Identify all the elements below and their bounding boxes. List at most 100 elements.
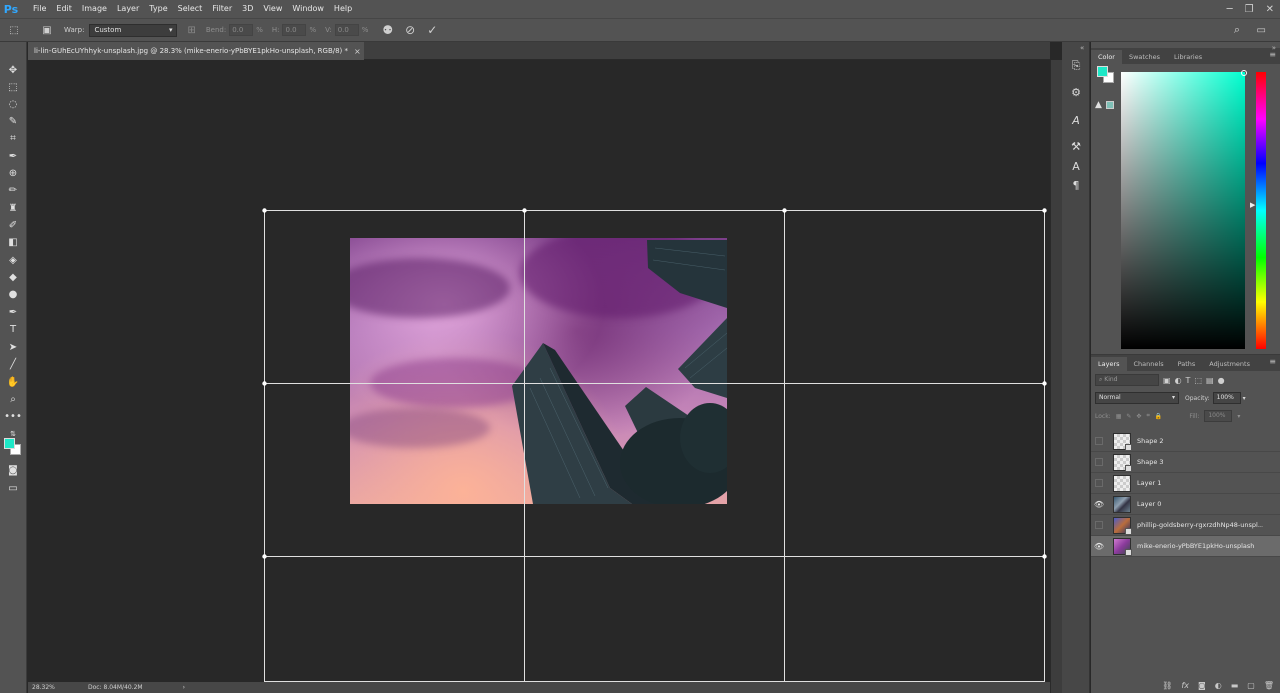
marquee-tool-icon[interactable]: ⬚ [4, 79, 22, 95]
h-field[interactable]: 0.0 [282, 24, 307, 36]
history-brush-tool-icon[interactable]: ✐ [4, 217, 22, 233]
opacity-field[interactable]: 100% [1212, 392, 1241, 404]
document-tab[interactable]: li-lin-GUhEcUYhhyk-unsplash.jpg @ 28.3% … [28, 42, 364, 60]
saturation-brightness-field[interactable] [1121, 70, 1247, 349]
tab-paths[interactable]: Paths [1171, 357, 1203, 371]
filter-shape-icon[interactable]: ⬚ [1194, 376, 1202, 385]
layer-row[interactable]: phillip-goldsberry-rgxrzdhNp48-unspl... [1091, 515, 1280, 536]
new-layer-icon[interactable]: ▢ [1247, 681, 1255, 690]
tab-libraries[interactable]: Libraries [1167, 50, 1209, 64]
path-selection-tool-icon[interactable]: ➤ [4, 339, 22, 355]
hue-slider[interactable] [1256, 72, 1266, 349]
screen-mode-icon[interactable]: ▭ [4, 480, 22, 496]
hue-pointer-icon[interactable]: ▶ [1250, 201, 1255, 209]
warp-grid-overlay[interactable] [28, 60, 1050, 682]
photoshop-logo[interactable]: Ps [2, 0, 20, 18]
puppet-warp-icon[interactable]: ⚉ [382, 23, 393, 37]
layer-row[interactable]: 👁 Layer 0 [1091, 494, 1280, 515]
canvas-vertical-scrollbar[interactable] [1050, 60, 1062, 693]
eraser-tool-icon[interactable]: ◧ [4, 234, 22, 250]
document-canvas[interactable] [28, 60, 1050, 682]
properties-panel-icon[interactable]: ⚙ [1068, 84, 1084, 100]
close-window-icon[interactable]: ✕ [1266, 4, 1274, 15]
filter-pixel-icon[interactable]: ▣ [1163, 376, 1171, 385]
add-mask-icon[interactable]: ◙ [1198, 681, 1206, 690]
collapse-strip-arrow-icon[interactable]: « [1080, 44, 1084, 52]
tab-adjustments[interactable]: Adjustments [1202, 357, 1257, 371]
hand-tool-icon[interactable]: ✋ [4, 374, 22, 390]
character-panel-icon[interactable]: A [1068, 158, 1084, 174]
cancel-transform-icon[interactable]: ⊘ [405, 23, 415, 37]
lock-pixels-icon[interactable]: ✎ [1126, 413, 1131, 420]
tab-swatches[interactable]: Swatches [1122, 50, 1167, 64]
close-tab-icon[interactable]: × [354, 47, 361, 56]
eye-icon[interactable]: 👁 [1091, 542, 1107, 551]
blur-tool-icon[interactable]: ◆ [4, 269, 22, 285]
line-tool-icon[interactable]: ╱ [4, 356, 22, 372]
type-tool-icon[interactable]: T [4, 321, 22, 337]
move-tool-icon[interactable]: ✥ [4, 62, 22, 78]
v-field[interactable]: 0.0 [334, 24, 359, 36]
history-panel-icon[interactable]: ⎘ [1068, 58, 1084, 74]
menu-select[interactable]: Select [173, 0, 208, 18]
healing-brush-tool-icon[interactable]: ⊕ [4, 165, 22, 181]
warp-select[interactable]: Custom ▾ [89, 23, 178, 37]
glyphs-panel-icon[interactable]: A [1068, 112, 1084, 128]
fill-chevron-icon[interactable]: ▾ [1237, 413, 1240, 420]
menu-type[interactable]: Type [144, 0, 172, 18]
eyedropper-tool-icon[interactable]: ✒ [4, 148, 22, 164]
brush-tool-icon[interactable]: ✏ [4, 182, 22, 198]
tool-presets-panel-icon[interactable]: ⚒ [1068, 138, 1084, 154]
tab-channels[interactable]: Channels [1127, 357, 1171, 371]
bend-field[interactable]: 0.0 [229, 24, 254, 36]
layer-row[interactable]: Shape 3 [1091, 452, 1280, 473]
fill-field[interactable]: 100% [1204, 410, 1233, 422]
tab-color[interactable]: Color [1091, 50, 1122, 64]
link-layers-icon[interactable]: ⛓ [1162, 681, 1172, 690]
warp-orientation-icon[interactable]: ⊞ [187, 25, 195, 36]
filter-type-icon[interactable]: T [1186, 376, 1191, 385]
opacity-chevron-icon[interactable]: ▾ [1243, 395, 1246, 402]
lock-all-icon[interactable]: 🔒 [1155, 413, 1162, 420]
crop-tool-icon[interactable]: ⌗ [4, 130, 22, 146]
layer-style-icon[interactable]: fx [1181, 681, 1189, 690]
visibility-toggle[interactable] [1095, 437, 1103, 445]
menu-layer[interactable]: Layer [112, 0, 144, 18]
color-picker-marker[interactable] [1241, 70, 1247, 76]
filter-toggle-icon[interactable]: ● [1218, 376, 1225, 385]
color-panel-foreground-swatch[interactable] [1097, 66, 1108, 77]
clone-stamp-tool-icon[interactable]: ♜ [4, 200, 22, 216]
foreground-color-swatch[interactable] [4, 438, 15, 449]
zoom-tool-icon[interactable]: ⌕ [4, 391, 22, 407]
adjustment-layer-icon[interactable]: ◐ [1215, 681, 1222, 690]
menu-image[interactable]: Image [77, 0, 112, 18]
delete-layer-icon[interactable]: 🗑 [1264, 681, 1274, 690]
blend-mode-select[interactable]: Normal ▾ [1095, 392, 1179, 404]
tab-layers[interactable]: Layers [1091, 357, 1127, 371]
lock-position-icon[interactable]: ✥ [1136, 413, 1141, 420]
layer-row[interactable]: Layer 1 [1091, 473, 1280, 494]
menu-file[interactable]: File [28, 0, 51, 18]
layer-row-selected[interactable]: 👁 mike-enerio-yPbBYE1pkHo-unsplash [1091, 536, 1280, 557]
new-group-icon[interactable]: ▬ [1231, 681, 1239, 690]
filter-smart-object-icon[interactable]: ▤ [1206, 376, 1214, 385]
collapse-panels-icon[interactable]: » [1272, 44, 1276, 52]
warp-mode-icon[interactable]: ▣ [40, 25, 54, 36]
eye-icon[interactable]: 👁 [1091, 500, 1107, 509]
transform-tool-icon[interactable]: ⬚ [0, 25, 28, 36]
lasso-tool-icon[interactable]: ◌ [4, 96, 22, 112]
paint-bucket-tool-icon[interactable]: ◈ [4, 252, 22, 268]
visibility-toggle[interactable] [1095, 458, 1103, 466]
quick-mask-icon[interactable]: ◙ [4, 462, 22, 478]
menu-3d[interactable]: 3D [237, 0, 258, 18]
search-icon[interactable]: ⌕ [1234, 23, 1240, 37]
menu-help[interactable]: Help [329, 0, 357, 18]
lock-transparency-icon[interactable]: ▦ [1116, 413, 1122, 420]
filter-adjustment-icon[interactable]: ◐ [1175, 376, 1182, 385]
gamut-correction-swatch[interactable] [1106, 101, 1114, 109]
status-menu-arrow[interactable]: › [183, 684, 185, 691]
paragraph-panel-icon[interactable]: ¶ [1068, 177, 1084, 193]
visibility-toggle[interactable] [1095, 479, 1103, 487]
layer-row[interactable]: Shape 2 [1091, 431, 1280, 452]
visibility-toggle[interactable] [1095, 521, 1103, 529]
